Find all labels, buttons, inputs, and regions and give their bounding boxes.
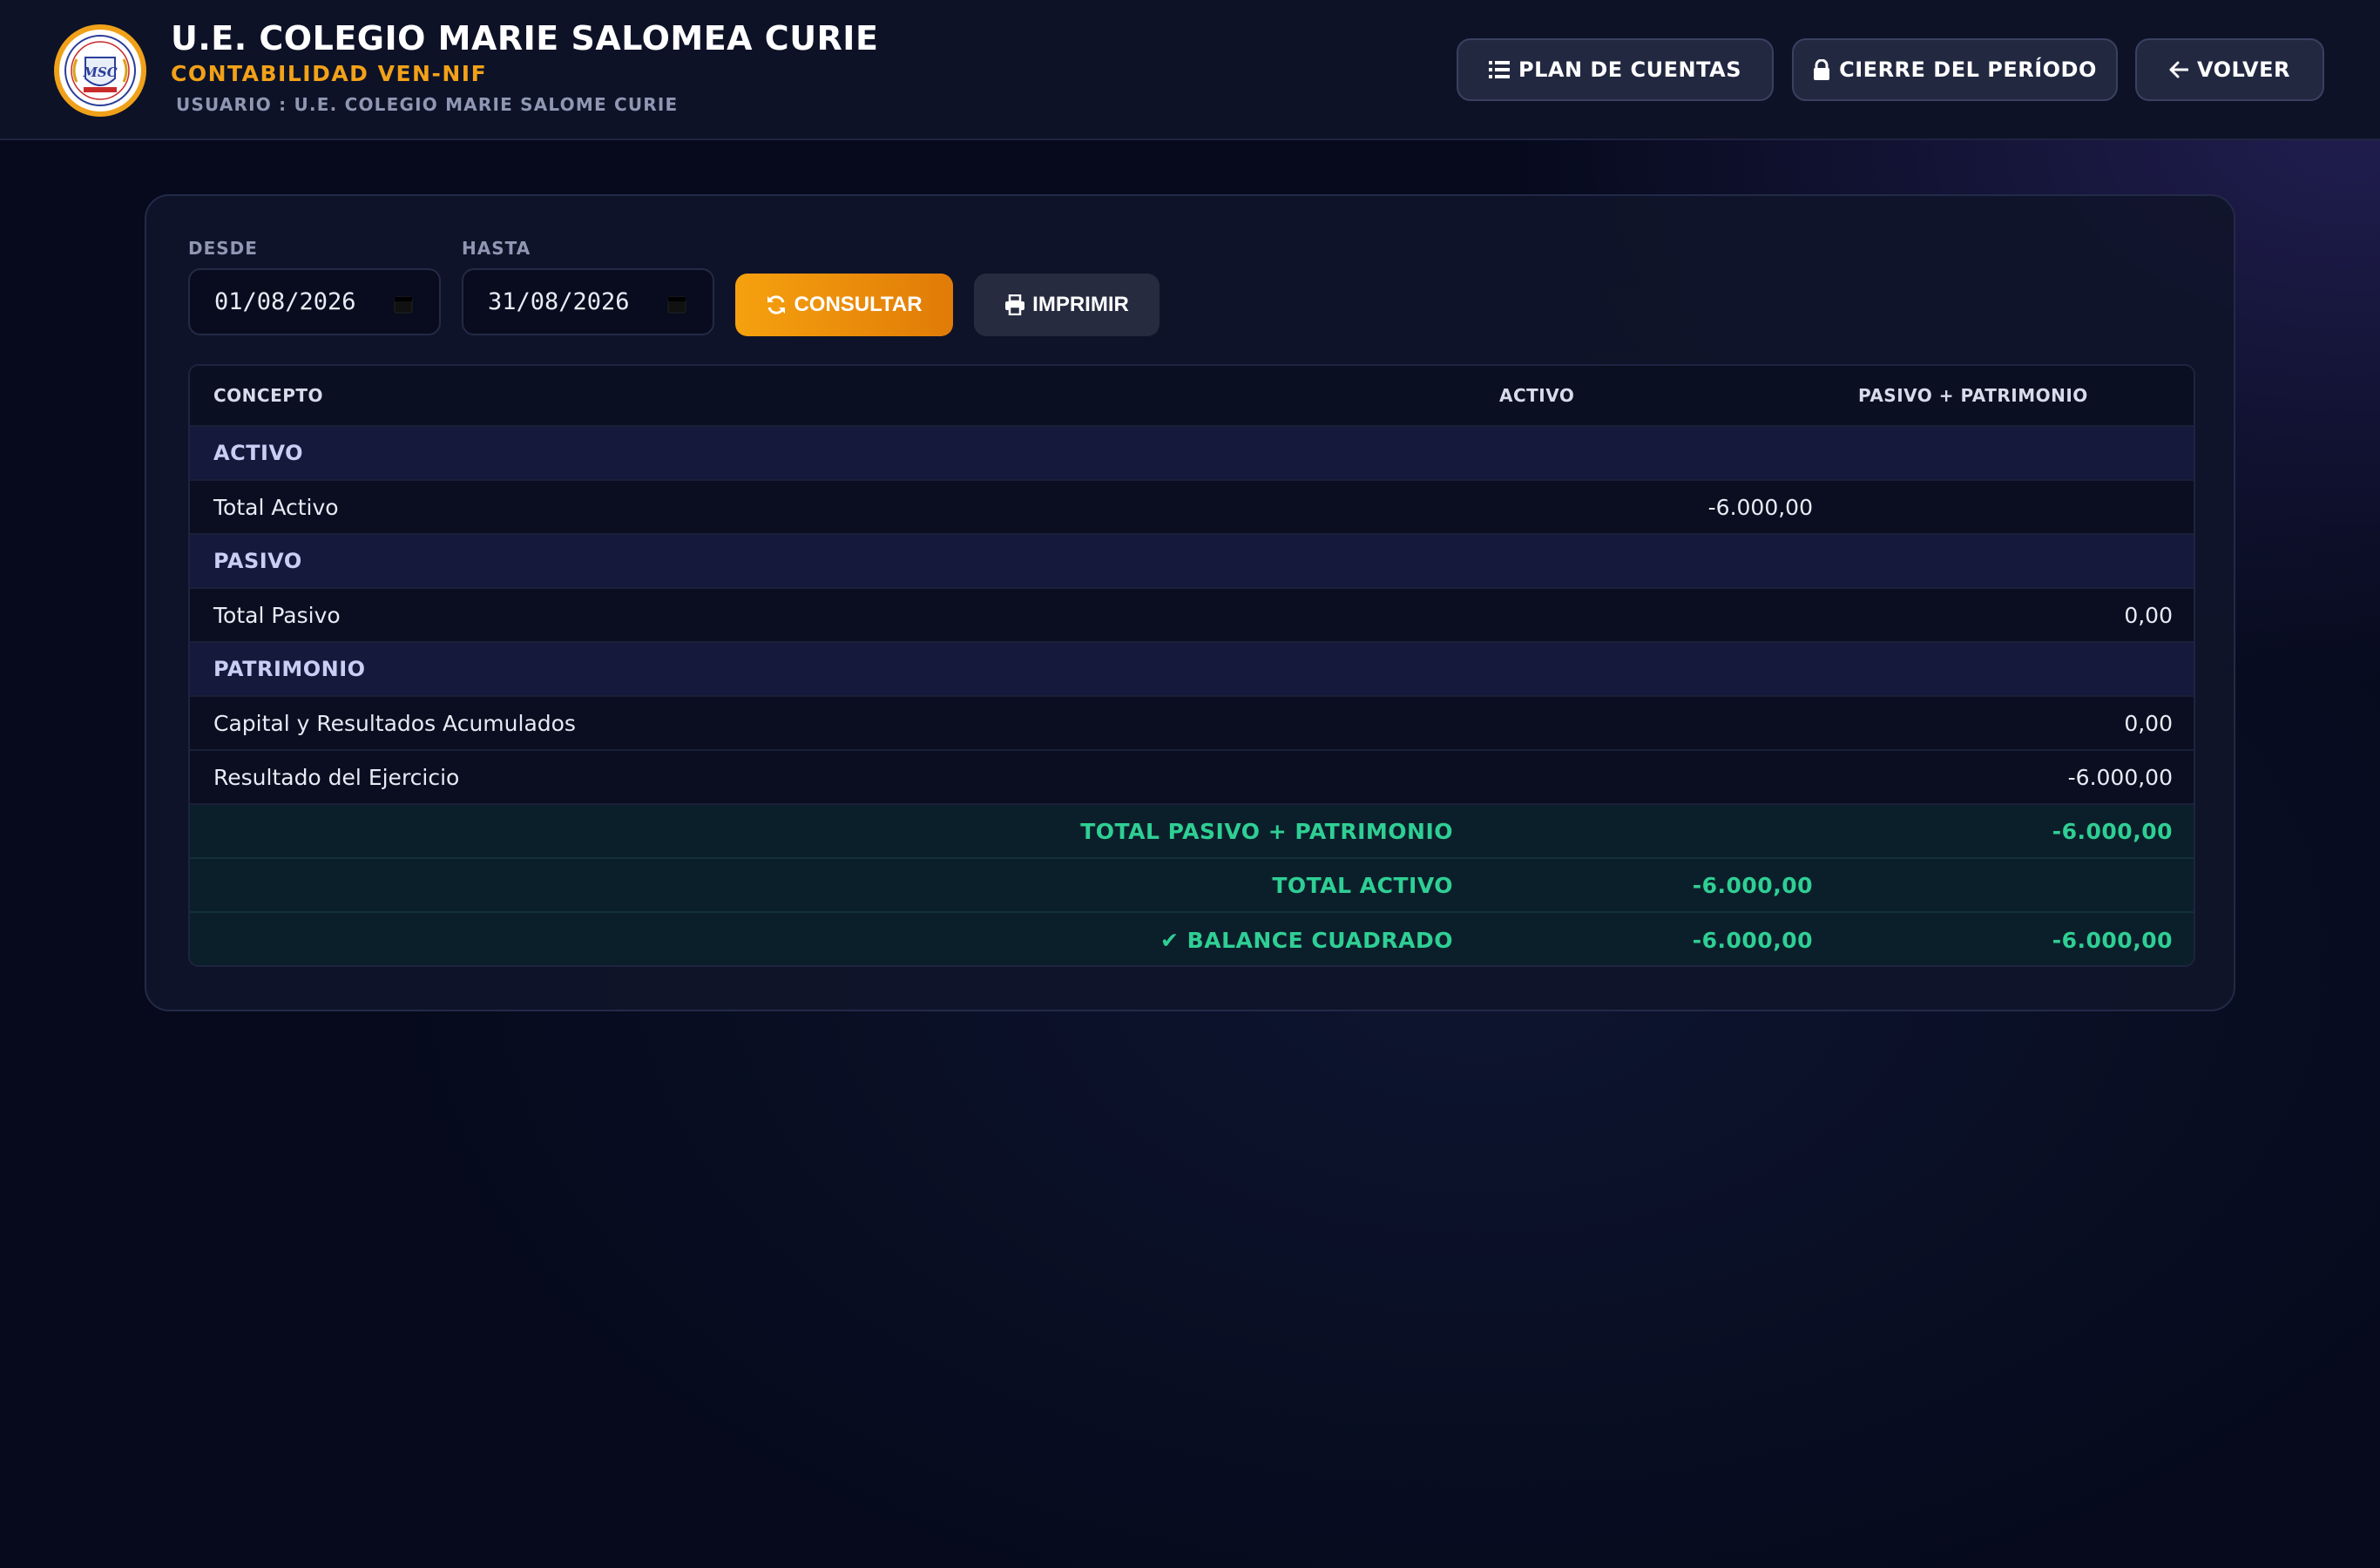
table-header-row: CONCEPTO ACTIVO PASIVO + PATRIMONIO — [190, 366, 2194, 427]
page-title: U.E. COLEGIO MARIE SALOMEA CURIE — [171, 19, 879, 57]
total-label: TOTAL PASIVO + PATRIMONIO — [1080, 818, 1453, 844]
total-pp-value: -6.000,00 — [2052, 818, 2173, 844]
section-title-pasivo: PASIVO — [213, 549, 302, 573]
row-concept: Total Pasivo — [213, 602, 341, 628]
column-header-concepto: CONCEPTO — [213, 385, 324, 406]
row-concept: Resultado del Ejercicio — [213, 764, 460, 790]
row-pp-value: 0,00 — [2124, 710, 2173, 736]
user-line: USUARIO : U.E. COLEGIO MARIE SALOME CURI… — [171, 94, 678, 115]
consultar-button[interactable]: CONSULTAR — [735, 274, 953, 336]
desde-date-value: 01/08/2026 — [214, 288, 356, 315]
row-pp-value: 0,00 — [2124, 602, 2173, 628]
cierre-periodo-label: CIERRE DEL PERÍODO — [1839, 57, 2097, 82]
hasta-label: HASTA — [462, 238, 531, 259]
balance-activo-value: -6.000,00 — [1692, 927, 1813, 953]
balance-status-label: ✔ BALANCE CUADRADO — [1160, 927, 1453, 953]
imprimir-button[interactable]: IMPRIMIR — [974, 274, 1160, 336]
svg-text:MSC: MSC — [82, 64, 117, 80]
table-row: Resultado del Ejercicio -6.000,00 — [190, 751, 2194, 805]
balance-cuadrado-row: ✔ BALANCE CUADRADO -6.000,00 -6.000,00 — [190, 913, 2194, 965]
table-row: ACTIVO — [190, 427, 2194, 481]
arrow-left-icon — [2169, 61, 2188, 78]
row-pp-value: -6.000,00 — [2067, 764, 2173, 790]
plan-de-cuentas-label: PLAN DE CUENTAS — [1518, 57, 1742, 82]
section-title-activo: ACTIVO — [213, 441, 304, 465]
printer-icon — [1004, 294, 1025, 315]
app-header: MSC U.E. COLEGIO MARIE SALOMEA CURIE CON… — [0, 0, 2380, 140]
column-header-pasivo-patrimonio: PASIVO + PATRIMONIO — [1858, 385, 2088, 406]
imprimir-label: IMPRIMIR — [1032, 293, 1129, 316]
calendar-icon[interactable] — [394, 293, 413, 320]
user-label: USUARIO : U.E. COLEGIO MARIE SALOME CURI… — [176, 94, 679, 115]
total-row-pasivo-patrimonio: TOTAL PASIVO + PATRIMONIO -6.000,00 — [190, 805, 2194, 859]
hasta-date-input[interactable]: 31/08/2026 — [462, 268, 714, 335]
total-label: TOTAL ACTIVO — [1272, 872, 1453, 898]
cierre-periodo-button[interactable]: CIERRE DEL PERÍODO — [1792, 38, 2118, 101]
section-title-patrimonio: PATRIMONIO — [213, 657, 366, 681]
desde-date-input[interactable]: 01/08/2026 — [188, 268, 441, 335]
row-concept: Capital y Resultados Acumulados — [213, 710, 576, 736]
lock-icon — [1813, 59, 1830, 80]
school-seal-icon: MSC — [59, 30, 141, 112]
consultar-label: CONSULTAR — [794, 293, 923, 316]
desde-label: DESDE — [188, 238, 258, 259]
column-header-activo: ACTIVO — [1499, 385, 1575, 406]
balance-table: CONCEPTO ACTIVO PASIVO + PATRIMONIO ACTI… — [188, 364, 2195, 967]
table-row: Capital y Resultados Acumulados 0,00 — [190, 697, 2194, 751]
list-icon — [1488, 60, 1510, 79]
table-row: Total Activo -6.000,00 — [190, 481, 2194, 535]
row-activo-value: -6.000,00 — [1707, 494, 1813, 520]
calendar-icon[interactable] — [667, 293, 686, 320]
school-logo: MSC — [54, 24, 146, 117]
hasta-date-value: 31/08/2026 — [488, 288, 630, 315]
table-row: PASIVO — [190, 535, 2194, 589]
table-row: Total Pasivo 0,00 — [190, 589, 2194, 643]
total-activo-value: -6.000,00 — [1692, 872, 1813, 898]
volver-label: VOLVER — [2197, 57, 2290, 82]
app-subtitle: CONTABILIDAD VEN-NIF — [171, 61, 488, 86]
row-concept: Total Activo — [213, 494, 339, 520]
volver-button[interactable]: VOLVER — [2135, 38, 2324, 101]
balance-pp-value: -6.000,00 — [2052, 927, 2173, 953]
total-row-activo: TOTAL ACTIVO -6.000,00 — [190, 859, 2194, 913]
plan-de-cuentas-button[interactable]: PLAN DE CUENTAS — [1457, 38, 1774, 101]
table-row: PATRIMONIO — [190, 643, 2194, 697]
refresh-icon — [766, 294, 787, 315]
